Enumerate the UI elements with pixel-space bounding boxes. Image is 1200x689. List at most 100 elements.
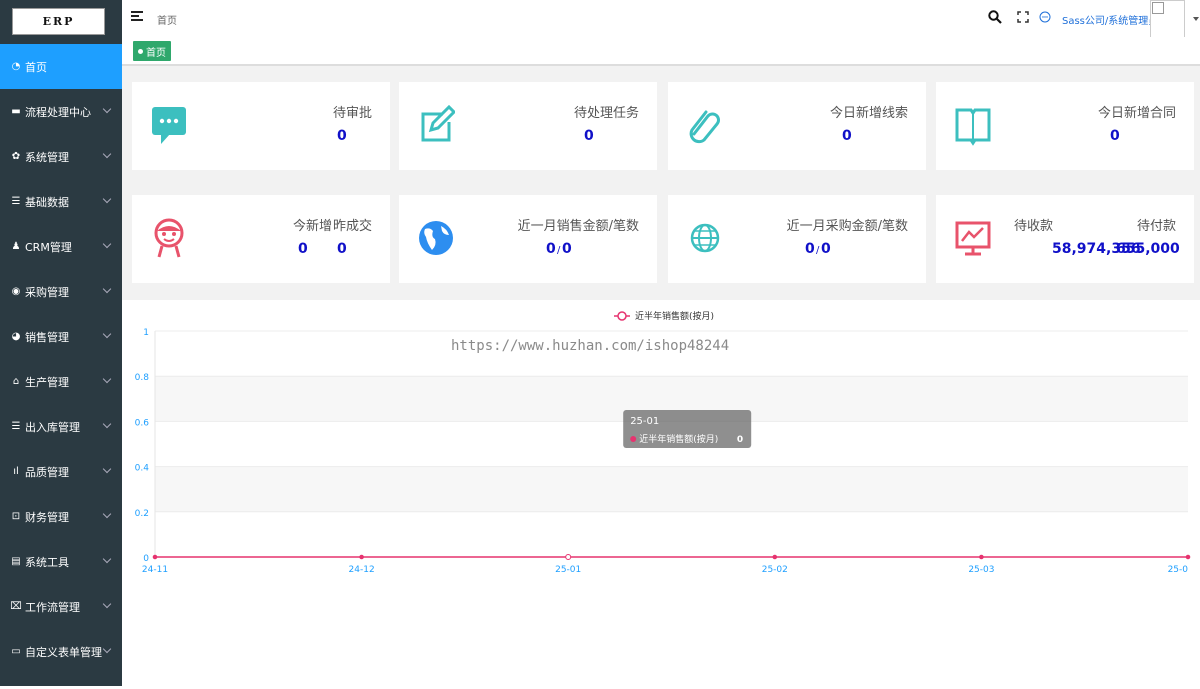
sidebar-item-12[interactable]: ⌧ 工作流管理: [0, 584, 122, 629]
card-value: 0: [1110, 128, 1120, 144]
card-receivables-payables[interactable]: 待收款 待付款 58,974,356 655,000: [936, 195, 1194, 283]
sidebar-item-label: 自定义表单管理: [25, 645, 102, 659]
sidebar-item-9[interactable]: ıl 品质管理: [0, 449, 122, 494]
sidebar-item-4[interactable]: ♟ CRM管理: [0, 224, 122, 269]
sidebar-item-label: 首页: [25, 60, 47, 74]
tab-strip: 首页: [122, 37, 1200, 66]
grid-band: [155, 511, 1188, 557]
chevron-down-icon: [102, 194, 112, 204]
tooltip-title: 25-01: [630, 416, 659, 427]
y-tick-label: 0: [143, 554, 149, 564]
finance-icon: ⊡: [11, 511, 21, 522]
y-tick-label: 0.2: [135, 509, 149, 519]
card-new-leads[interactable]: 今日新增线索 0: [668, 82, 926, 170]
sidebar-item-7[interactable]: ⌂ 生产管理: [0, 359, 122, 404]
card-title-pay: 待付款: [1136, 219, 1176, 234]
sidebar-item-10[interactable]: ⊡ 财务管理: [0, 494, 122, 539]
menu-toggle-icon[interactable]: [131, 11, 143, 23]
card-value: 0: [337, 128, 347, 144]
chat-bubble-icon: [152, 107, 186, 144]
card-title: 今日新增线索: [829, 106, 908, 121]
card-today-stats[interactable]: 今新增 昨成交 0 0: [132, 195, 390, 283]
chevron-down-icon: [102, 149, 112, 159]
sidebar-item-2[interactable]: ✿ 系统管理: [0, 134, 122, 179]
sidebar-item-5[interactable]: ◉ 采购管理: [0, 269, 122, 314]
y-tick-label: 0.4: [135, 464, 150, 474]
tooltip-series: 近半年销售额(按月): [639, 433, 718, 445]
sidebar-item-6[interactable]: ◕ 销售管理: [0, 314, 122, 359]
broken-image-icon: [1152, 2, 1164, 14]
edit-icon: [421, 104, 455, 142]
avatar[interactable]: [1150, 0, 1185, 38]
tooltip-marker: [630, 436, 637, 442]
x-tick-label: 25-01: [555, 565, 581, 575]
data-point: [772, 554, 778, 560]
legend-label: 近半年销售额(按月): [635, 310, 714, 322]
card-monthly-sales[interactable]: 近一月销售金额/笔数 0 / 0: [399, 195, 657, 283]
sidebar-nav: ◔ 首页 ▬ 流程处理中心 ✿ 系统管理 ☰ 基础数据 ♟ CRM管理 ◉ 采购管理 ◕ 销售管理 ⌂ 生产管…: [0, 44, 122, 674]
sidebar-item-3[interactable]: ☰ 基础数据: [0, 179, 122, 224]
data-point: [359, 554, 364, 560]
card-title: 近一月采购金额/笔数: [786, 219, 908, 234]
card-count: 0: [821, 241, 831, 257]
sidebar-item-8[interactable]: ☰ 出入库管理: [0, 404, 122, 449]
sidebar-item-label: 生产管理: [25, 375, 69, 389]
gear-icon: ✿: [11, 151, 21, 162]
logo[interactable]: ERP: [12, 8, 105, 35]
watermark-text: https://www.huzhan.com/ishop48244: [451, 338, 729, 354]
sidebar-item-label: 工作流管理: [25, 600, 80, 614]
globe-icon: ◉: [11, 286, 21, 297]
user-menu[interactable]: Sass公司/系统管理员: [1062, 12, 1158, 27]
card-title: 今日新增合同: [1097, 106, 1176, 121]
y-tick-label: 1: [143, 328, 149, 338]
card-amount: 0: [805, 241, 815, 257]
sidebar-item-label: 销售管理: [25, 330, 69, 344]
card-monthly-purchase[interactable]: 近一月采购金额/笔数 0 / 0: [668, 195, 926, 283]
presentation-chart-icon: [955, 221, 991, 256]
top-header: 首页 Sass公司/系统管理员: [122, 0, 1200, 38]
sales-chart: 0 0.2 0.4 0.6 0.8 1 24-11 24-12 25-01 25-02 25-03 2…: [122, 300, 1200, 686]
sidebar-item-label: 采购管理: [25, 285, 69, 299]
tab-home[interactable]: 首页: [133, 41, 171, 61]
breadcrumb[interactable]: 首页: [157, 12, 177, 27]
chevron-down-icon: [102, 104, 112, 114]
sidebar-item-label: 系统工具: [25, 555, 69, 569]
card-pending-tasks[interactable]: 待处理任务 0: [399, 82, 657, 170]
card-separator: /: [557, 245, 561, 256]
sidebar-item-11[interactable]: ▤ 系统工具: [0, 539, 122, 584]
sidebar-item-label: CRM管理: [25, 240, 72, 254]
chat-icon[interactable]: [1039, 11, 1051, 23]
chevron-down-icon: [102, 374, 112, 384]
card-value-deal: 0: [337, 241, 347, 257]
factory-icon: ⌂: [12, 376, 20, 387]
card-title: 待处理任务: [573, 106, 639, 121]
sidebar-item-label: 系统管理: [25, 150, 69, 164]
message-icon: ▬: [11, 106, 21, 117]
card-value: 0: [584, 128, 594, 144]
chevron-down-icon: [102, 554, 112, 564]
y-tick-label: 0.6: [135, 418, 150, 428]
network-globe-icon: [690, 223, 720, 253]
card-amount: 0: [546, 241, 556, 257]
x-tick-label: 24-12: [349, 565, 375, 575]
sidebar-item-13[interactable]: ▭ 自定义表单管理: [0, 629, 122, 674]
chevron-down-icon: [102, 284, 112, 294]
search-icon[interactable]: [988, 10, 1002, 24]
sidebar-item-0[interactable]: ◔ 首页: [0, 44, 122, 89]
chevron-down-icon[interactable]: [1193, 17, 1199, 21]
database-icon: ☰: [11, 196, 21, 207]
y-tick-label: 0.8: [135, 373, 150, 383]
card-separator: /: [816, 245, 820, 256]
x-tick-label: 24-11: [142, 565, 168, 575]
book-icon: [955, 108, 991, 146]
chevron-down-icon: [102, 239, 112, 249]
card-new-contracts[interactable]: 今日新增合同 0: [936, 82, 1194, 170]
card-title-new: 今新增: [292, 219, 332, 234]
form-icon: ▭: [11, 646, 21, 657]
sales-chart-svg: 0 0.2 0.4 0.6 0.8 1 24-11 24-12 25-01 25-02 25-03 2…: [135, 310, 1191, 575]
fullscreen-icon[interactable]: [1017, 11, 1029, 23]
workflow-icon: ⌧: [10, 601, 22, 612]
sidebar-item-1[interactable]: ▬ 流程处理中心: [0, 89, 122, 134]
card-pending-approval[interactable]: 待审批 0: [132, 82, 390, 170]
card-value-pay: 655,000: [1116, 241, 1180, 257]
